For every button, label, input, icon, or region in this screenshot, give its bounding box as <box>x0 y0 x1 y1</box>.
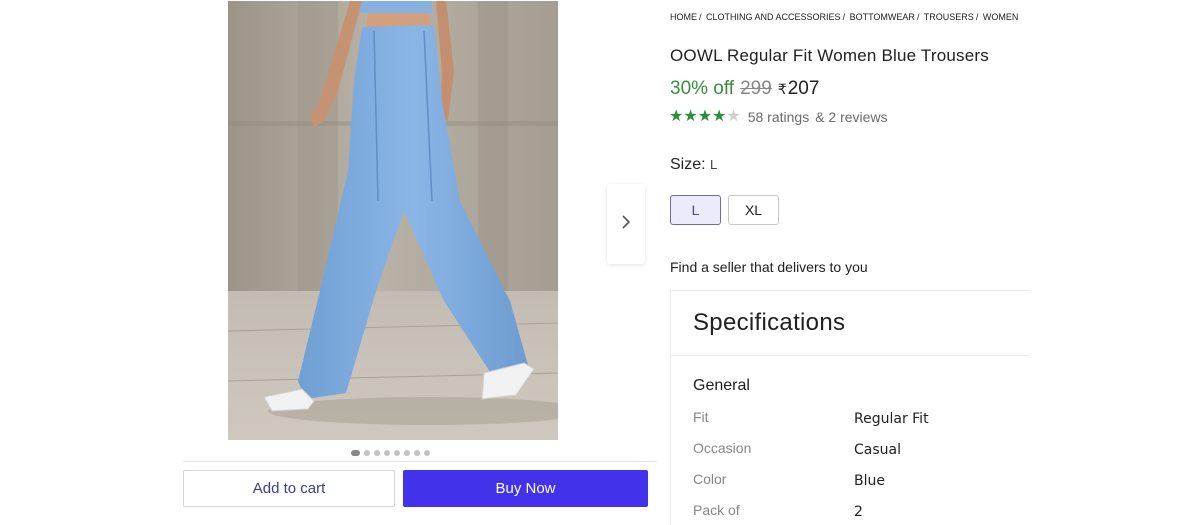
breadcrumb: HOME / CLOTHING AND ACCESSORIES / BOTTOMWE… <box>670 12 1018 22</box>
specifications-card: Specifications General Fit Regular Fit O… <box>670 290 1030 525</box>
currency-symbol: ₹ <box>777 81 787 97</box>
carousel-dot[interactable] <box>374 450 380 456</box>
size-heading: Size: L <box>670 156 717 174</box>
carousel-dot[interactable] <box>384 450 390 456</box>
specifications-title: Specifications <box>693 309 846 336</box>
carousel-dot[interactable] <box>414 450 420 456</box>
product-title: OOWL Regular Fit Women Blue Trousers <box>670 46 989 65</box>
breadcrumb-item[interactable]: BOTTOMWEAR <box>850 12 915 22</box>
spec-key: Pack of <box>693 502 740 518</box>
star-icon: ★ <box>726 108 741 125</box>
reviews-count: & 2 reviews <box>815 109 888 125</box>
next-image-button[interactable] <box>607 184 645 264</box>
carousel-dot[interactable] <box>424 450 430 456</box>
rating-row[interactable]: ★ ★ ★ ★ ★ 58 ratings & 2 reviews <box>669 109 888 126</box>
spec-value: Blue <box>854 473 885 489</box>
carousel-dot[interactable] <box>394 450 400 456</box>
spec-key: Color <box>693 471 727 487</box>
specifications-header: Specifications <box>671 291 1030 356</box>
carousel-dot[interactable] <box>351 450 360 456</box>
star-icon: ★ <box>697 108 713 125</box>
breadcrumb-item[interactable]: CLOTHING AND ACCESSORIES <box>706 12 841 22</box>
spec-value: Casual <box>854 442 901 458</box>
size-option-xl[interactable]: XL <box>728 195 779 225</box>
breadcrumb-item[interactable]: HOME <box>670 12 697 22</box>
spec-value: Regular Fit <box>854 411 929 427</box>
chevron-right-icon <box>621 214 631 234</box>
star-rating: ★ ★ ★ ★ ★ <box>669 109 741 125</box>
spec-group-title: General <box>693 377 750 394</box>
find-seller-text: Find a seller that delivers to you <box>670 259 868 275</box>
action-bar: Add to cart Buy Now <box>183 461 657 525</box>
star-icon: ★ <box>683 108 698 125</box>
spec-value: 2 <box>854 504 863 520</box>
carousel-indicators <box>351 450 430 456</box>
size-label: Size: <box>670 156 706 173</box>
breadcrumb-item[interactable]: TROUSERS <box>924 12 974 22</box>
star-icon: ★ <box>669 108 684 125</box>
price-row: 30% off 299 ₹ 207 <box>670 78 819 100</box>
selling-price: 207 <box>787 78 820 99</box>
ratings-count: 58 ratings <box>747 109 810 125</box>
size-option-l[interactable]: L <box>670 195 721 225</box>
carousel-dot[interactable] <box>404 450 410 456</box>
discount-label: 30% off <box>670 78 735 99</box>
spec-key: Fit <box>693 409 709 425</box>
breadcrumb-item[interactable]: WOMEN'S <box>983 12 1018 22</box>
product-image[interactable] <box>228 1 558 440</box>
spec-key: Occasion <box>693 440 752 456</box>
selected-size: L <box>710 157 718 172</box>
buy-now-button[interactable]: Buy Now <box>403 470 648 507</box>
star-icon: ★ <box>712 108 727 125</box>
add-to-cart-button[interactable]: Add to cart <box>183 470 395 507</box>
carousel-dot[interactable] <box>364 450 370 456</box>
mrp-price: 299 <box>740 78 772 99</box>
